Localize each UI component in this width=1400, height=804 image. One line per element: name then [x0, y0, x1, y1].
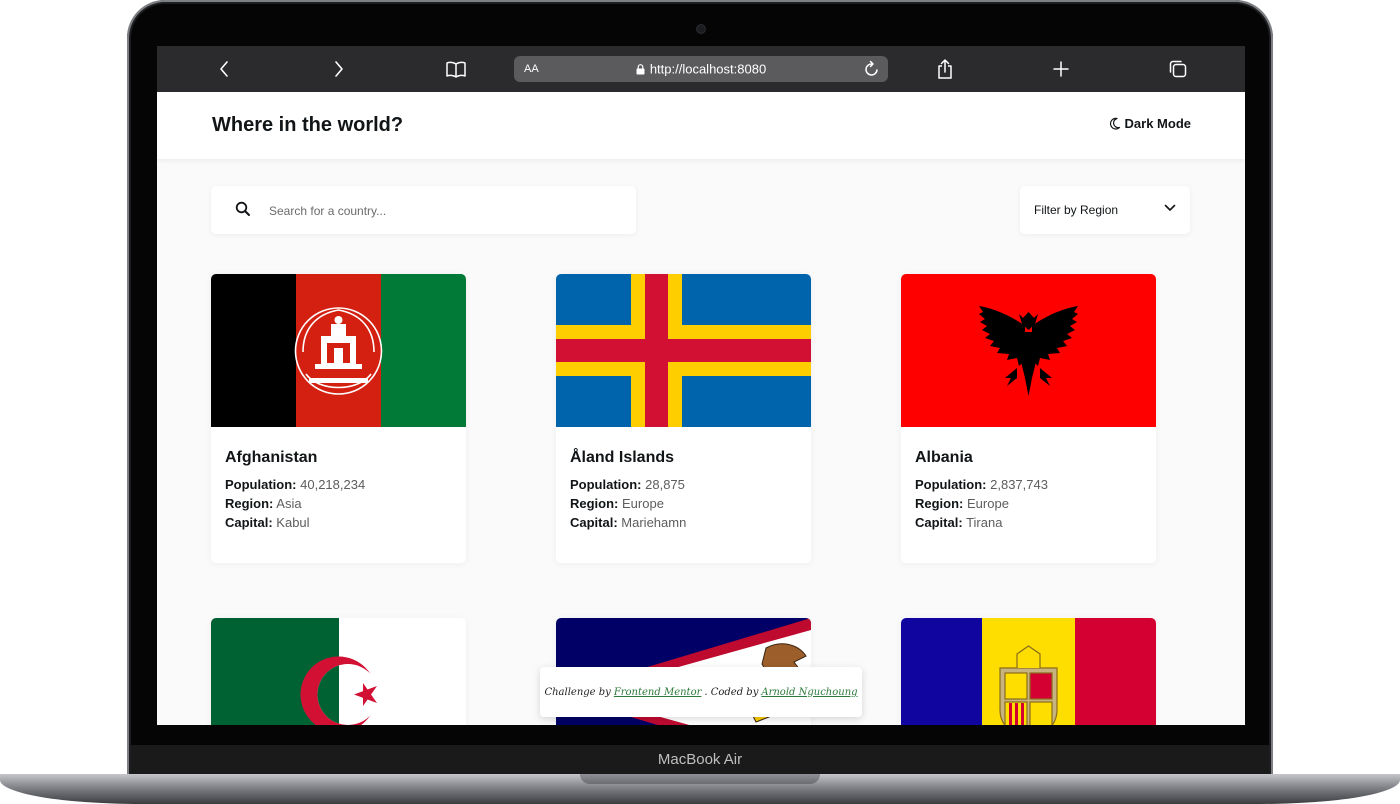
region-label: Region:: [915, 496, 964, 511]
camera-icon: [697, 25, 705, 33]
country-name: Afghanistan: [225, 449, 318, 466]
algeria-flag-icon: [211, 618, 466, 725]
population-label: Population:: [570, 477, 642, 492]
region-value: Europe: [622, 496, 664, 511]
share-icon: [938, 59, 952, 79]
app-header: Where in the world? Dark Mode: [157, 92, 1245, 159]
reload-icon[interactable]: [864, 60, 880, 78]
region-label: Region:: [225, 496, 274, 511]
capital-line: Capital: Mariehamn: [570, 515, 686, 530]
country-card[interactable]: [901, 618, 1156, 725]
population-value: 28,875: [645, 477, 685, 492]
region-line: Region: Europe: [570, 496, 664, 511]
population-label: Population:: [915, 477, 987, 492]
country-card[interactable]: [211, 618, 466, 725]
chevron-right-icon: [335, 61, 343, 77]
attribution-middle: . Coded by: [704, 686, 759, 698]
region-value: Asia: [276, 496, 302, 511]
capital-value: Kabul: [276, 515, 310, 530]
albania-flag-icon: [901, 274, 1156, 427]
capital-label: Capital:: [225, 515, 273, 530]
afghanistan-flag-icon: [211, 274, 466, 427]
chevron-left-icon: [220, 61, 228, 77]
population-value: 2,837,743: [990, 477, 1048, 492]
attribution-prefix: Challenge by: [544, 686, 611, 698]
aland-islands-flag-icon: [556, 274, 811, 427]
region-value: Europe: [967, 496, 1009, 511]
attribution-banner: Challenge by Frontend Mentor. Coded by A…: [540, 667, 862, 717]
country-card[interactable]: Åland Islands Population: 28,875 Region:…: [556, 274, 811, 563]
population-line: Population: 2,837,743: [915, 477, 1048, 492]
new-tab-button[interactable]: [1050, 46, 1072, 92]
screen: AA http://localhost:8080 Where in the wo…: [157, 46, 1245, 725]
address-bar[interactable]: AA http://localhost:8080: [514, 56, 888, 82]
plus-icon: [1053, 61, 1069, 77]
book-icon: [446, 61, 466, 78]
region-label: Region:: [570, 496, 619, 511]
forward-button[interactable]: [328, 46, 350, 92]
author-link[interactable]: Arnold Nguchoung: [761, 687, 857, 698]
page-title: Where in the world?: [212, 114, 404, 136]
search-icon: [235, 201, 250, 216]
back-button[interactable]: [213, 46, 235, 92]
url-text: http://localhost:8080: [649, 61, 767, 77]
population-line: Population: 40,218,234: [225, 477, 365, 492]
frontend-mentor-link[interactable]: Frontend Mentor: [614, 687, 702, 698]
lock-icon: [636, 64, 645, 75]
device-label: MacBook Air: [657, 751, 743, 768]
filter-label: Filter by Region: [1034, 203, 1119, 217]
search-input[interactable]: [267, 198, 611, 224]
capital-line: Capital: Tirana: [915, 515, 1002, 530]
bookmarks-button[interactable]: [443, 46, 469, 92]
capital-line: Capital: Kabul: [225, 515, 310, 530]
url-field[interactable]: http://localhost:8080: [514, 56, 888, 82]
capital-label: Capital:: [915, 515, 963, 530]
browser-toolbar: AA http://localhost:8080: [157, 46, 1245, 92]
country-card[interactable]: Albania Population: 2,837,743 Region: Eu…: [901, 274, 1156, 563]
population-line: Population: 28,875: [570, 477, 685, 492]
tabs-icon: [1169, 60, 1187, 78]
region-line: Region: Asia: [225, 496, 302, 511]
search-box: [211, 186, 636, 234]
region-line: Region: Europe: [915, 496, 1009, 511]
capital-value: Tirana: [966, 515, 1003, 530]
chevron-down-icon: [1164, 204, 1176, 211]
country-card[interactable]: Afghanistan Population: 40,218,234 Regio…: [211, 274, 466, 563]
population-value: 40,218,234: [300, 477, 366, 492]
andorra-flag-icon: [901, 618, 1156, 725]
laptop-chin: MacBook Air: [131, 745, 1269, 775]
country-name: Albania: [915, 449, 973, 466]
dark-mode-toggle[interactable]: Dark Mode: [1109, 116, 1191, 131]
country-name: Åland Islands: [570, 449, 675, 466]
dark-mode-label: Dark Mode: [1124, 116, 1191, 131]
capital-label: Capital:: [570, 515, 618, 530]
laptop-notch: [580, 774, 820, 784]
moon-icon: [1109, 117, 1120, 130]
capital-value: Mariehamn: [621, 515, 687, 530]
region-filter-select[interactable]: Filter by Region: [1020, 186, 1190, 234]
population-label: Population:: [225, 477, 297, 492]
tabs-overview-button[interactable]: [1166, 46, 1190, 92]
share-button[interactable]: [934, 46, 956, 92]
